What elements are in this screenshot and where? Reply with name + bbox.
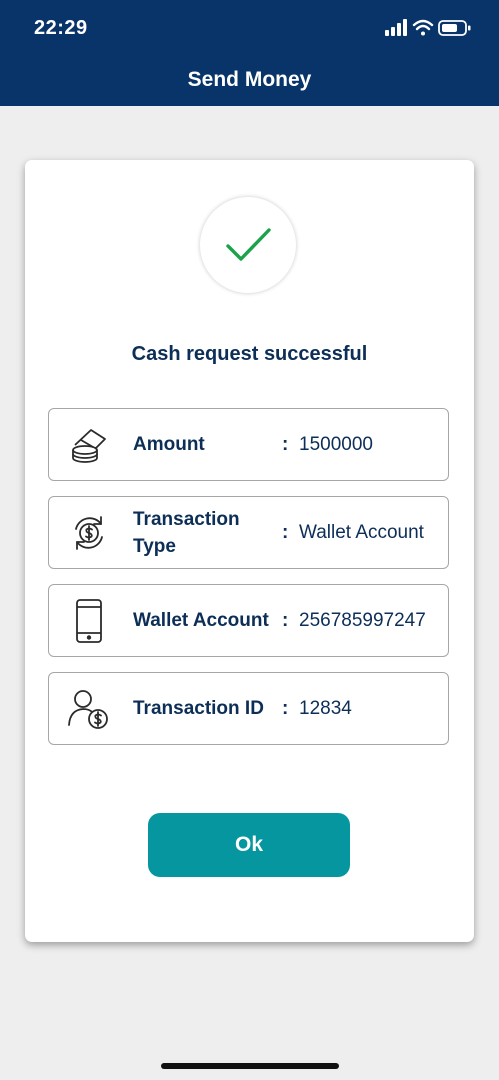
detail-value: Wallet Account xyxy=(299,521,424,543)
result-card: Cash request successful Amount : 1500000 xyxy=(25,160,474,942)
detail-separator: : xyxy=(282,433,289,455)
status-bar: 22:29 xyxy=(0,0,499,58)
ok-button[interactable]: Ok xyxy=(148,813,350,877)
currency-exchange-icon xyxy=(75,516,103,550)
detail-separator: : xyxy=(282,697,289,719)
status-time: 22:29 xyxy=(34,17,88,39)
detail-separator: : xyxy=(282,521,289,543)
nav-bar: Send Money xyxy=(0,58,499,106)
detail-value: 256785997247 xyxy=(299,609,426,631)
success-message: Cash request successful xyxy=(131,343,368,365)
cellular-signal-icon xyxy=(385,19,407,36)
detail-row-transaction-type: Transaction Type : Wallet Account xyxy=(48,496,449,569)
detail-label: Wallet Account xyxy=(133,610,269,631)
detail-row-amount: Amount : 1500000 xyxy=(48,408,449,481)
home-indicator[interactable] xyxy=(161,1063,339,1069)
wifi-icon xyxy=(412,19,434,36)
detail-label: Amount xyxy=(133,434,205,455)
mobile-phone-icon xyxy=(76,599,102,643)
user-money-icon xyxy=(68,690,108,729)
page-title: Send Money xyxy=(187,68,312,91)
detail-value: 1500000 xyxy=(299,433,373,455)
status-icons xyxy=(385,18,475,38)
cash-stack-icon xyxy=(72,429,106,463)
detail-value: 12834 xyxy=(299,697,352,719)
checkmark-icon xyxy=(226,228,271,261)
detail-label: Transaction Type xyxy=(133,508,240,557)
success-badge xyxy=(200,197,296,293)
detail-label: Transaction ID xyxy=(133,698,264,719)
detail-row-wallet-account: Wallet Account : 256785997247 xyxy=(48,584,449,657)
battery-icon xyxy=(438,20,471,36)
detail-row-transaction-id: Transaction ID : 12834 xyxy=(48,672,449,745)
detail-separator: : xyxy=(282,609,289,631)
